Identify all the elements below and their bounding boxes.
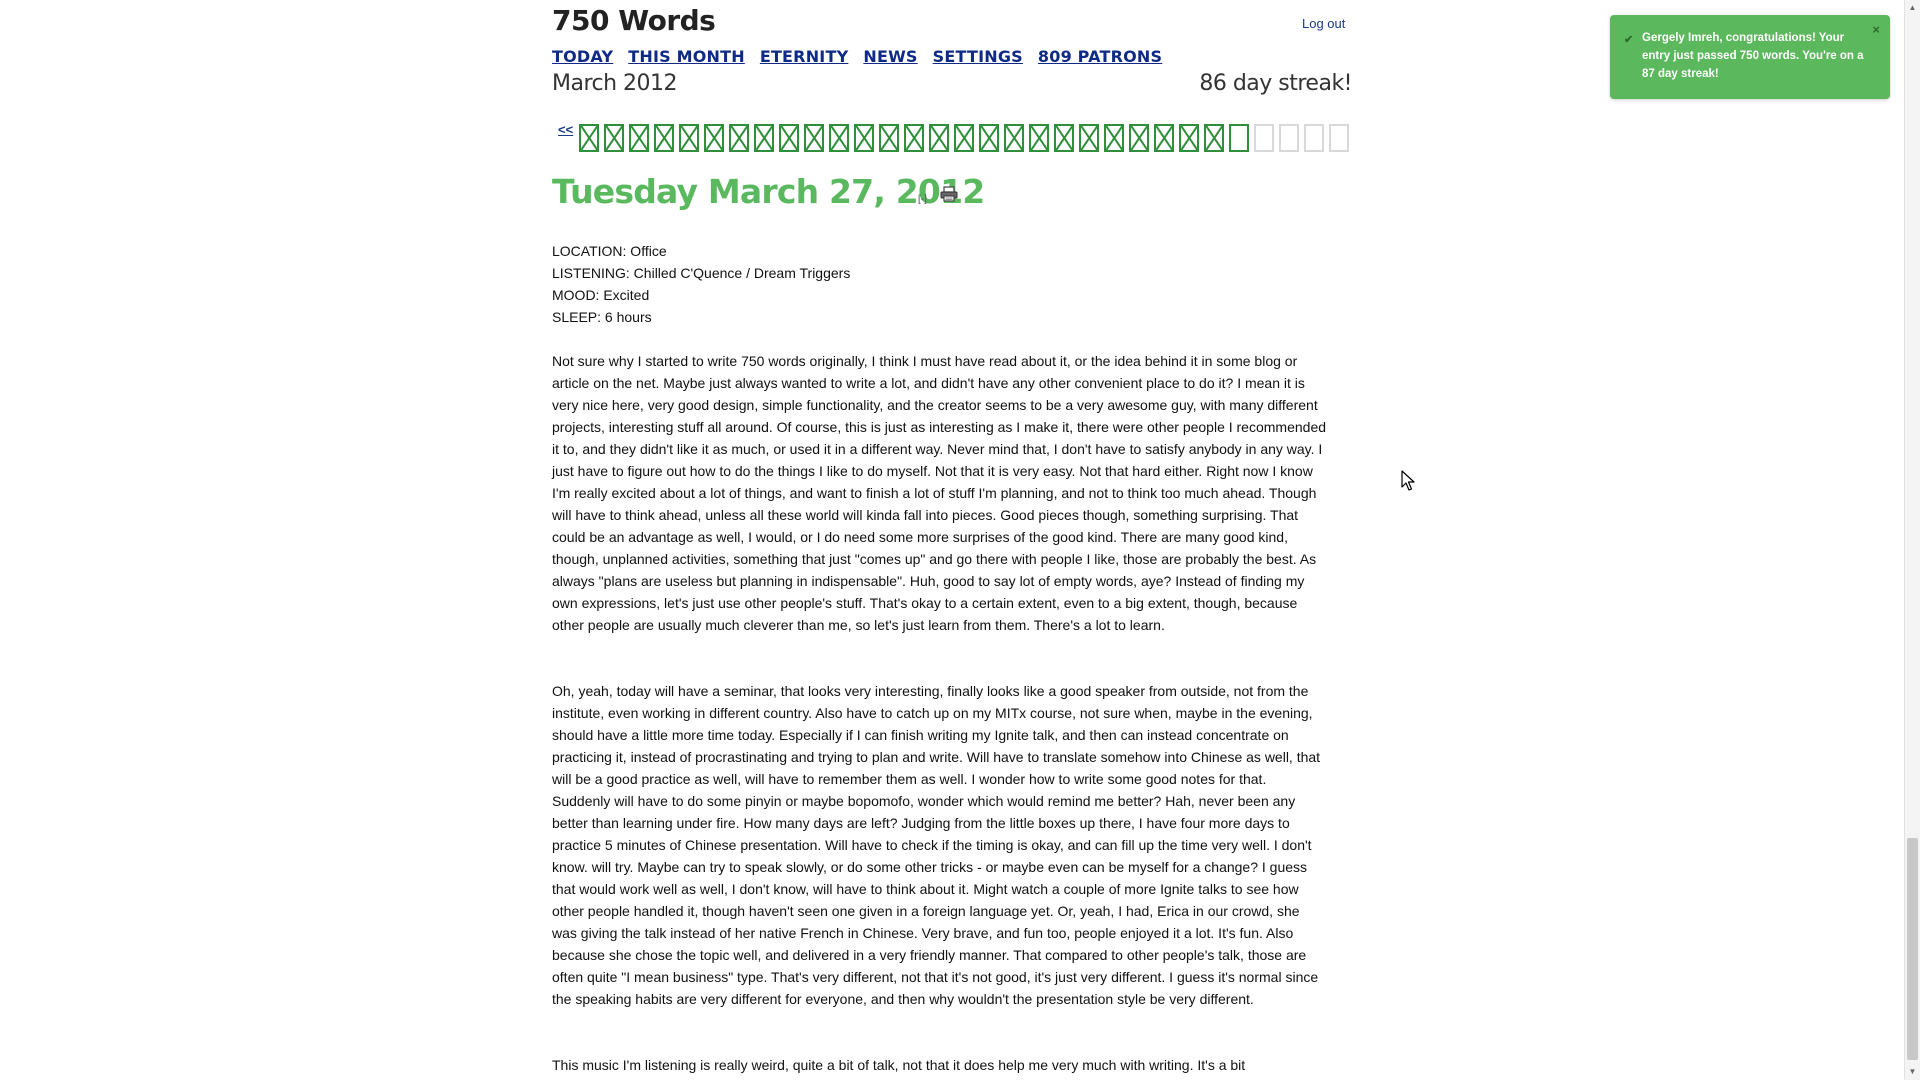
day-box-29 bbox=[1279, 124, 1299, 152]
day-box-1[interactable] bbox=[579, 124, 599, 152]
collapse-toggle[interactable]: [-] bbox=[918, 194, 927, 205]
vertical-scrollbar[interactable]: ▲ ▼ bbox=[1904, 0, 1920, 1080]
day-box-13[interactable] bbox=[879, 124, 899, 152]
day-box-2[interactable] bbox=[604, 124, 624, 152]
streak-counter: 86 day streak! bbox=[1199, 71, 1352, 96]
scrollbar-thumb[interactable] bbox=[1907, 838, 1918, 1060]
entry-paragraph[interactable]: Not sure why I started to write 750 word… bbox=[552, 350, 1327, 636]
day-box-27[interactable] bbox=[1229, 124, 1249, 152]
day-box-25[interactable] bbox=[1179, 124, 1199, 152]
nav-today[interactable]: TODAY bbox=[552, 47, 613, 66]
scroll-up-arrow-icon[interactable]: ▲ bbox=[1905, 0, 1920, 16]
day-box-3[interactable] bbox=[629, 124, 649, 152]
entry-paragraph[interactable]: This music I'm listening is really weird… bbox=[552, 1054, 1327, 1076]
day-box-8[interactable] bbox=[754, 124, 774, 152]
main-nav: TODAY THIS MONTH ETERNITY NEWS SETTINGS … bbox=[552, 47, 1162, 66]
nav-this-month[interactable]: THIS MONTH bbox=[628, 47, 745, 66]
day-box-7[interactable] bbox=[729, 124, 749, 152]
prev-month-link[interactable]: << bbox=[558, 122, 573, 137]
entry-paragraph[interactable]: Oh, yeah, today will have a seminar, tha… bbox=[552, 680, 1327, 1010]
meta-sleep: SLEEP: 6 hours bbox=[552, 309, 652, 325]
month-title: March 2012 bbox=[552, 71, 678, 96]
nav-settings[interactable]: SETTINGS bbox=[933, 47, 1023, 66]
notification-message: Gergely Imreh, congratulations! Your ent… bbox=[1642, 32, 1864, 80]
day-box-4[interactable] bbox=[654, 124, 674, 152]
day-box-20[interactable] bbox=[1054, 124, 1074, 152]
nav-news[interactable]: NEWS bbox=[863, 47, 917, 66]
meta-mood: MOOD: Excited bbox=[552, 287, 650, 303]
day-box-5[interactable] bbox=[679, 124, 699, 152]
day-box-14[interactable] bbox=[904, 124, 924, 152]
meta-location: LOCATION: Office bbox=[552, 243, 667, 259]
day-box-11[interactable] bbox=[829, 124, 849, 152]
day-box-12[interactable] bbox=[854, 124, 874, 152]
day-box-19[interactable] bbox=[1029, 124, 1049, 152]
day-box-22[interactable] bbox=[1104, 124, 1124, 152]
check-icon: ✔ bbox=[1624, 34, 1634, 46]
nav-eternity[interactable]: ETERNITY bbox=[760, 47, 849, 66]
day-box-23[interactable] bbox=[1129, 124, 1149, 152]
site-title: 750 Words bbox=[552, 4, 716, 37]
printer-icon[interactable] bbox=[940, 186, 958, 202]
congrats-notification: ✔ × Gergely Imreh, congratulations! Your… bbox=[1610, 15, 1890, 99]
day-box-17[interactable] bbox=[979, 124, 999, 152]
entry-meta: LOCATION: Office LISTENING: Chilled C'Qu… bbox=[552, 240, 850, 328]
day-box-30 bbox=[1304, 124, 1324, 152]
day-box-31 bbox=[1329, 124, 1349, 152]
close-icon[interactable]: × bbox=[1872, 21, 1880, 39]
day-box-26[interactable] bbox=[1204, 124, 1224, 152]
day-box-28 bbox=[1254, 124, 1274, 152]
day-box-9[interactable] bbox=[779, 124, 799, 152]
meta-listening: LISTENING: Chilled C'Quence / Dream Trig… bbox=[552, 265, 851, 281]
day-box-24[interactable] bbox=[1154, 124, 1174, 152]
day-box-21[interactable] bbox=[1079, 124, 1099, 152]
mouse-cursor-icon bbox=[1401, 470, 1415, 491]
entry-date-heading: Tuesday March 27, 2012 bbox=[552, 172, 985, 211]
day-box-18[interactable] bbox=[1004, 124, 1024, 152]
day-box-15[interactable] bbox=[929, 124, 949, 152]
scroll-down-arrow-icon[interactable]: ▼ bbox=[1905, 1064, 1920, 1080]
nav-patrons[interactable]: 809 PATRONS bbox=[1038, 47, 1162, 66]
day-box-10[interactable] bbox=[804, 124, 824, 152]
day-box-16[interactable] bbox=[954, 124, 974, 152]
day-box-6[interactable] bbox=[704, 124, 724, 152]
logout-link[interactable]: Log out bbox=[1302, 16, 1345, 31]
